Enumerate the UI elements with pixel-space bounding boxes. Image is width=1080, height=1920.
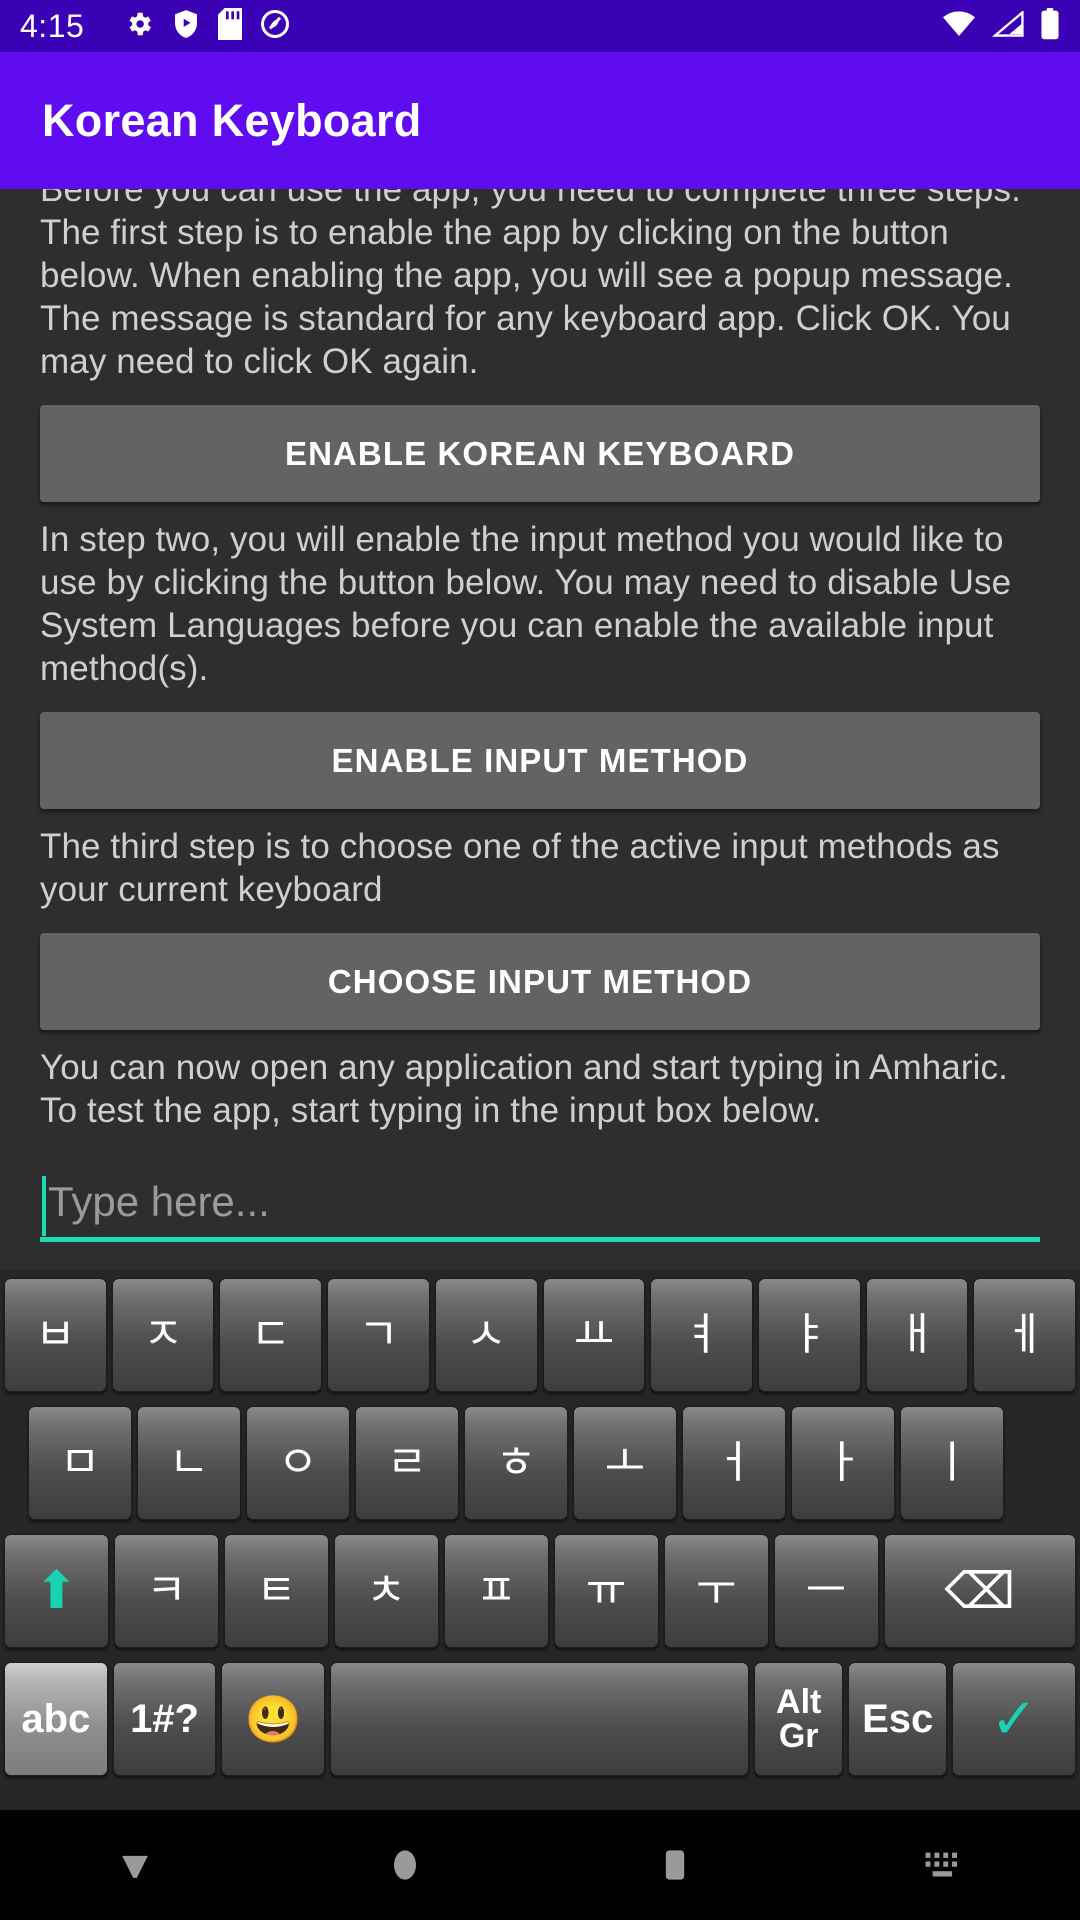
key-ae[interactable]: ㅐ (865, 1278, 969, 1392)
keyboard-row-2: ㅁ ㄴ ㅇ ㄹ ㅎ ㅗ ㅓ ㅏ ㅣ (0, 1406, 1080, 1522)
key-eu[interactable]: ㅡ (773, 1534, 879, 1648)
keyboard-switch-button[interactable] (810, 1848, 1080, 1882)
keyboard-row-3: ⬆ ㅋ ㅌ ㅊ ㅍ ㅠ ㅜ ㅡ ⌫ (0, 1534, 1080, 1650)
emoji-key[interactable]: 😃 (221, 1662, 326, 1776)
phone-screen: 4:15 Korean Keyboard Before you can use … (0, 0, 1080, 1920)
key-pieup[interactable]: ㅍ (443, 1534, 549, 1648)
key-ya[interactable]: ㅑ (757, 1278, 861, 1392)
status-bar-left: 4:15 (20, 7, 942, 45)
key-ieung[interactable]: ㅇ (246, 1406, 350, 1520)
test-input-field[interactable] (40, 1172, 1040, 1242)
key-o[interactable]: ㅗ (573, 1406, 677, 1520)
instructions-paragraph-2: In step two, you will enable the input m… (40, 520, 1012, 688)
key-hieut[interactable]: ㅎ (464, 1406, 568, 1520)
navigation-bar (0, 1810, 1080, 1920)
gear-icon (124, 9, 154, 44)
wifi-icon (942, 10, 976, 42)
key-bieup[interactable]: ㅂ (4, 1278, 107, 1392)
home-button[interactable] (270, 1843, 540, 1887)
text-cursor (42, 1176, 46, 1236)
key-rieul[interactable]: ㄹ (355, 1406, 459, 1520)
key-chieut[interactable]: ㅊ (333, 1534, 439, 1648)
key-tieut[interactable]: ㅌ (223, 1534, 329, 1648)
instructions-paragraph-4: You can now open any application and sta… (40, 1048, 1008, 1130)
back-button[interactable] (0, 1843, 270, 1887)
shift-key[interactable]: ⬆ (4, 1534, 109, 1648)
key-a[interactable]: ㅏ (791, 1406, 895, 1520)
enable-korean-keyboard-button[interactable]: ENABLE KOREAN KEYBOARD (40, 405, 1040, 502)
choose-input-method-button[interactable]: CHOOSE INPUT METHOD (40, 933, 1040, 1030)
no-cast-icon (260, 9, 290, 44)
app-bar: Korean Keyboard (0, 52, 1080, 189)
backspace-key[interactable]: ⌫ (883, 1534, 1076, 1648)
key-nieun[interactable]: ㄴ (137, 1406, 241, 1520)
shield-play-icon (172, 9, 200, 44)
sd-card-icon (218, 7, 243, 45)
status-bar-right (942, 7, 1060, 45)
key-digeut[interactable]: ㄷ (219, 1278, 323, 1392)
key-mieum[interactable]: ㅁ (28, 1406, 132, 1520)
page-title: Korean Keyboard (42, 94, 422, 146)
key-giyeok[interactable]: ㄱ (327, 1278, 430, 1392)
enable-input-method-button[interactable]: ENABLE INPUT METHOD (40, 712, 1040, 809)
abc-key[interactable]: abc (4, 1662, 108, 1776)
status-clock: 4:15 (20, 7, 85, 44)
key-u[interactable]: ㅜ (663, 1534, 769, 1648)
instructions-paragraph-1: Before you can use the app, you need to … (40, 189, 1021, 381)
instructions-paragraph-3: The third step is to choose one of the a… (40, 827, 1000, 909)
esc-key[interactable]: Esc (848, 1662, 947, 1776)
status-bar: 4:15 (0, 0, 1080, 52)
key-yu[interactable]: ㅠ (553, 1534, 659, 1648)
battery-icon (1040, 7, 1060, 45)
key-siot[interactable]: ㅅ (434, 1278, 538, 1392)
test-input-wrapper[interactable] (40, 1172, 1040, 1248)
symbols-key[interactable]: 1#? (112, 1662, 217, 1776)
key-i[interactable]: ㅣ (900, 1406, 1004, 1520)
key-e[interactable]: ㅔ (973, 1278, 1077, 1392)
key-jieut[interactable]: ㅈ (111, 1278, 215, 1392)
recents-button[interactable] (540, 1843, 810, 1887)
key-eo[interactable]: ㅓ (682, 1406, 786, 1520)
space-key[interactable] (330, 1662, 749, 1776)
keyboard-row-1: ㅂ ㅈ ㄷ ㄱ ㅅ ㅛ ㅕ ㅑ ㅐ ㅔ (0, 1278, 1080, 1394)
cellular-signal-icon (991, 9, 1024, 42)
main-content[interactable]: Before you can use the app, you need to … (0, 189, 1080, 1270)
korean-keyboard[interactable]: ㅂ ㅈ ㄷ ㄱ ㅅ ㅛ ㅕ ㅑ ㅐ ㅔ ㅁ ㄴ ㅇ ㄹ ㅎ ㅗ ㅓ ㅏ ㅣ ⬆ … (0, 1270, 1080, 1810)
key-yeo[interactable]: ㅕ (650, 1278, 753, 1392)
altgr-key[interactable]: Alt Gr (753, 1662, 844, 1776)
enter-key[interactable]: ✓ (952, 1662, 1077, 1776)
key-yo[interactable]: ㅛ (542, 1278, 646, 1392)
keyboard-row-4: abc 1#? 😃 Alt Gr Esc ✓ (0, 1662, 1080, 1778)
key-kieuk[interactable]: ㅋ (113, 1534, 219, 1648)
